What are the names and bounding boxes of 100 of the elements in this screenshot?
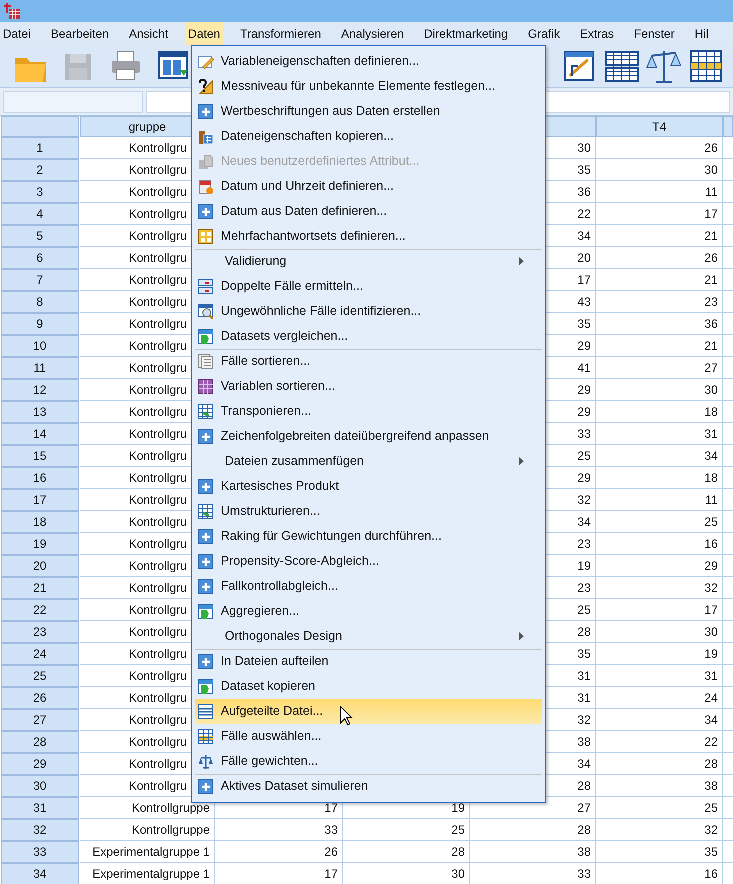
plus-icon	[198, 428, 214, 444]
row-number[interactable]: 18	[1, 511, 79, 533]
table-icon	[198, 504, 214, 520]
table-cell: 35	[596, 841, 723, 863]
documents-icon	[198, 154, 214, 170]
table-cell: 11	[596, 489, 723, 511]
row-number[interactable]: 1	[1, 137, 79, 159]
table-cell: 25	[596, 797, 723, 819]
row-number[interactable]: 15	[1, 445, 79, 467]
table-cell: 22	[596, 731, 723, 753]
row-number[interactable]: 31	[1, 797, 79, 819]
row-number[interactable]: 8	[1, 291, 79, 313]
row-number[interactable]: 28	[1, 731, 79, 753]
row-number[interactable]: 25	[1, 665, 79, 687]
table-icon	[198, 278, 214, 294]
plus-icon	[198, 104, 214, 120]
table-icon	[198, 328, 214, 344]
submenu-arrow-icon	[519, 632, 524, 641]
plus-icon	[198, 654, 214, 670]
table-cell: 34	[596, 709, 723, 731]
table-cell: 30	[596, 159, 723, 181]
row-number[interactable]: 24	[1, 643, 79, 665]
calendar-icon	[198, 178, 214, 194]
table-cell: 21	[596, 225, 723, 247]
scale-icon[interactable]	[646, 48, 682, 84]
table-icon	[198, 704, 214, 720]
table-cell: 26	[596, 247, 723, 269]
table-icon[interactable]	[604, 48, 640, 84]
row-number[interactable]: 7	[1, 269, 79, 291]
table-cell: 38	[596, 775, 723, 797]
pencil-icon	[198, 54, 214, 70]
menu-item[interactable]: Aufgeteilte Datei...	[195, 699, 542, 724]
plus-icon	[198, 554, 214, 570]
grid-icon	[198, 228, 214, 244]
row-number[interactable]: 29	[1, 753, 79, 775]
row-number[interactable]: 33	[1, 841, 79, 863]
plus-icon	[198, 528, 214, 544]
plus-icon	[198, 778, 214, 794]
table-cell: 26	[596, 137, 723, 159]
row-number[interactable]: 13	[1, 401, 79, 423]
table-cell: 17	[596, 599, 723, 621]
row-number[interactable]: 5	[1, 225, 79, 247]
row-number[interactable]: 12	[1, 379, 79, 401]
ruler-icon	[198, 78, 214, 94]
table-cell: 21	[596, 335, 723, 357]
row-number[interactable]: 2	[1, 159, 79, 181]
menu-bar-item[interactable]: Fenster	[631, 22, 678, 45]
menu-bar-item[interactable]: Hil	[692, 22, 712, 45]
row-number[interactable]: 22	[1, 599, 79, 621]
menu-bar-item[interactable]: Extras	[577, 22, 618, 45]
table-cell: 30	[596, 621, 723, 643]
table-cell: 21	[596, 269, 723, 291]
book-icon	[198, 128, 214, 144]
mouse-cursor-icon	[340, 706, 353, 726]
grid-icon	[198, 378, 214, 394]
menu-bar-item[interactable]: Bearbeiten	[48, 22, 112, 45]
submenu-arrow-icon	[519, 457, 524, 466]
menu-item[interactable]: Variableneigenschaften definieren...	[195, 49, 542, 74]
table-icon	[198, 728, 214, 744]
menu-bar-item[interactable]: Transformieren	[237, 22, 324, 45]
menu-bar-item[interactable]: Grafik	[525, 22, 564, 45]
row-number[interactable]: 16	[1, 467, 79, 489]
row-number[interactable]: 17	[1, 489, 79, 511]
table-cell: 30	[596, 379, 723, 401]
menu-bar-item[interactable]: Ansicht	[126, 22, 172, 45]
menu-bar-item[interactable]: Datei	[0, 22, 34, 45]
table-cell: 25	[596, 511, 723, 533]
table-icon[interactable]	[688, 48, 724, 84]
row-number[interactable]: 14	[1, 423, 79, 445]
column-header[interactable]: T4	[596, 116, 723, 137]
row-number[interactable]: 21	[1, 577, 79, 599]
table-cell: 28	[470, 819, 596, 841]
row-number[interactable]: 3	[1, 181, 79, 203]
menu-bar-item[interactable]: Direktmarketing	[421, 22, 512, 45]
menu-bar-item[interactable]: Analysieren	[338, 22, 408, 45]
row-number[interactable]: 11	[1, 357, 79, 379]
menu-item[interactable]: Messniveau für unbekannte Elemente festlegen...	[195, 74, 542, 99]
table-icon	[198, 404, 214, 420]
table-cell: 29	[596, 555, 723, 577]
table-cell: 31	[596, 423, 723, 445]
row-number[interactable]: 30	[1, 775, 79, 797]
row-number[interactable]: 19	[1, 533, 79, 555]
submenu-arrow-icon	[519, 257, 524, 266]
menu-bar-item[interactable]: Daten	[185, 22, 224, 45]
table-cell: 32	[596, 819, 723, 841]
row-number[interactable]: 32	[1, 819, 79, 841]
table-cell: Kontrollgruppe	[80, 819, 215, 841]
cell-name-field[interactable]	[3, 90, 143, 112]
row-number[interactable]: 20	[1, 555, 79, 577]
row-number[interactable]: 26	[1, 687, 79, 709]
row-number[interactable]: 9	[1, 313, 79, 335]
row-number[interactable]: 6	[1, 247, 79, 269]
row-number[interactable]: 34	[1, 863, 79, 884]
row-number[interactable]: 4	[1, 203, 79, 225]
row-number[interactable]: 10	[1, 335, 79, 357]
row-number[interactable]: 23	[1, 621, 79, 643]
table-cell: 32	[596, 577, 723, 599]
app-icon	[3, 2, 21, 20]
table-cell: 11	[596, 181, 723, 203]
row-number[interactable]: 27	[1, 709, 79, 731]
